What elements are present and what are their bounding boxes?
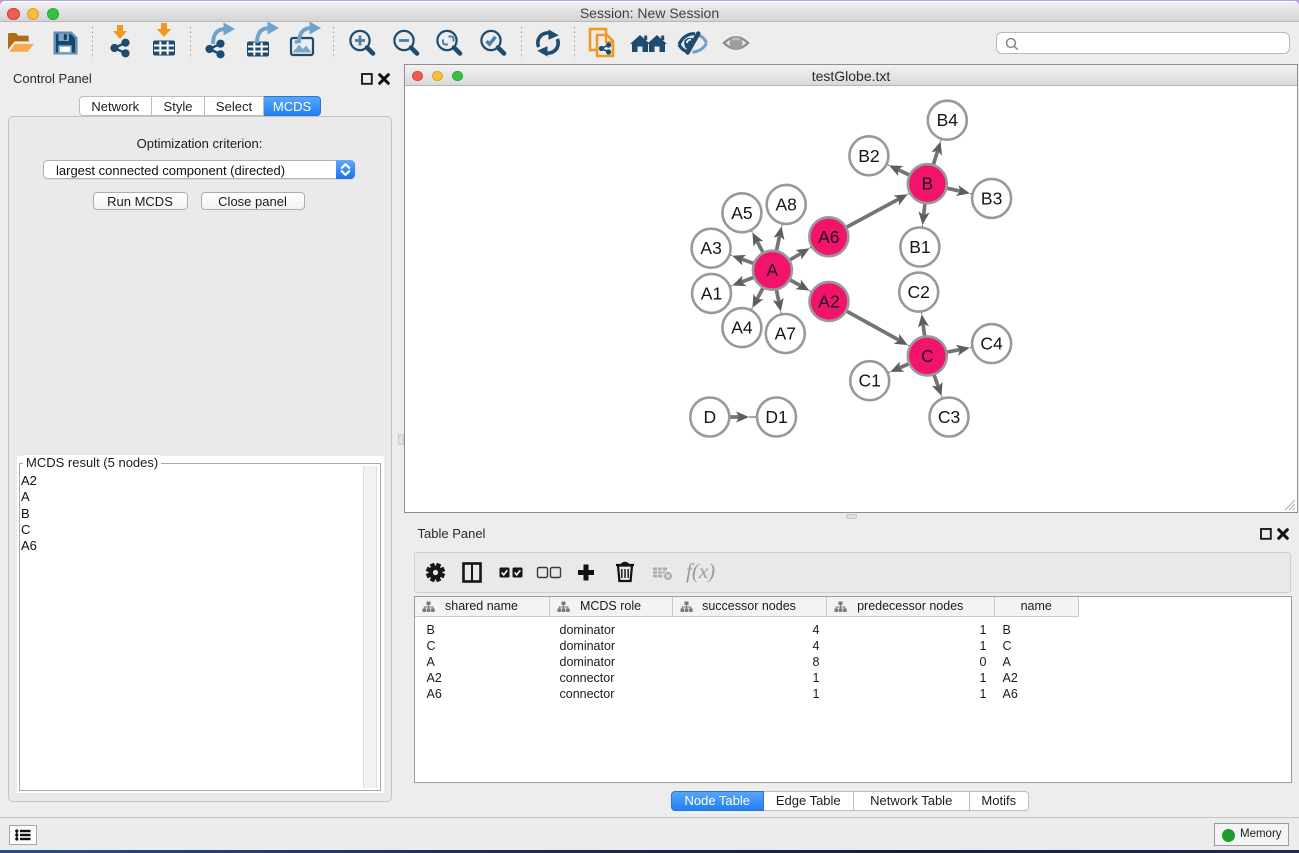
- svg-text:B2: B2: [858, 146, 879, 166]
- svg-text:A3: A3: [700, 238, 721, 258]
- svg-text:A8: A8: [775, 194, 796, 214]
- svg-text:B4: B4: [937, 110, 959, 130]
- svg-text:A1: A1: [701, 283, 722, 303]
- svg-text:A: A: [767, 260, 779, 280]
- svg-text:D: D: [703, 407, 716, 427]
- svg-text:A6: A6: [818, 227, 839, 247]
- svg-text:A2: A2: [818, 291, 839, 311]
- svg-text:B: B: [921, 174, 933, 194]
- svg-text:D1: D1: [765, 407, 787, 427]
- svg-text:A4: A4: [731, 318, 753, 338]
- svg-text:C1: C1: [859, 371, 881, 391]
- svg-text:C2: C2: [908, 282, 930, 302]
- svg-text:A7: A7: [775, 324, 796, 344]
- svg-text:C: C: [921, 346, 934, 366]
- svg-text:A5: A5: [731, 203, 752, 223]
- svg-text:C3: C3: [938, 407, 960, 427]
- svg-text:C4: C4: [980, 334, 1003, 354]
- svg-text:B3: B3: [981, 188, 1002, 208]
- svg-text:B1: B1: [909, 237, 930, 257]
